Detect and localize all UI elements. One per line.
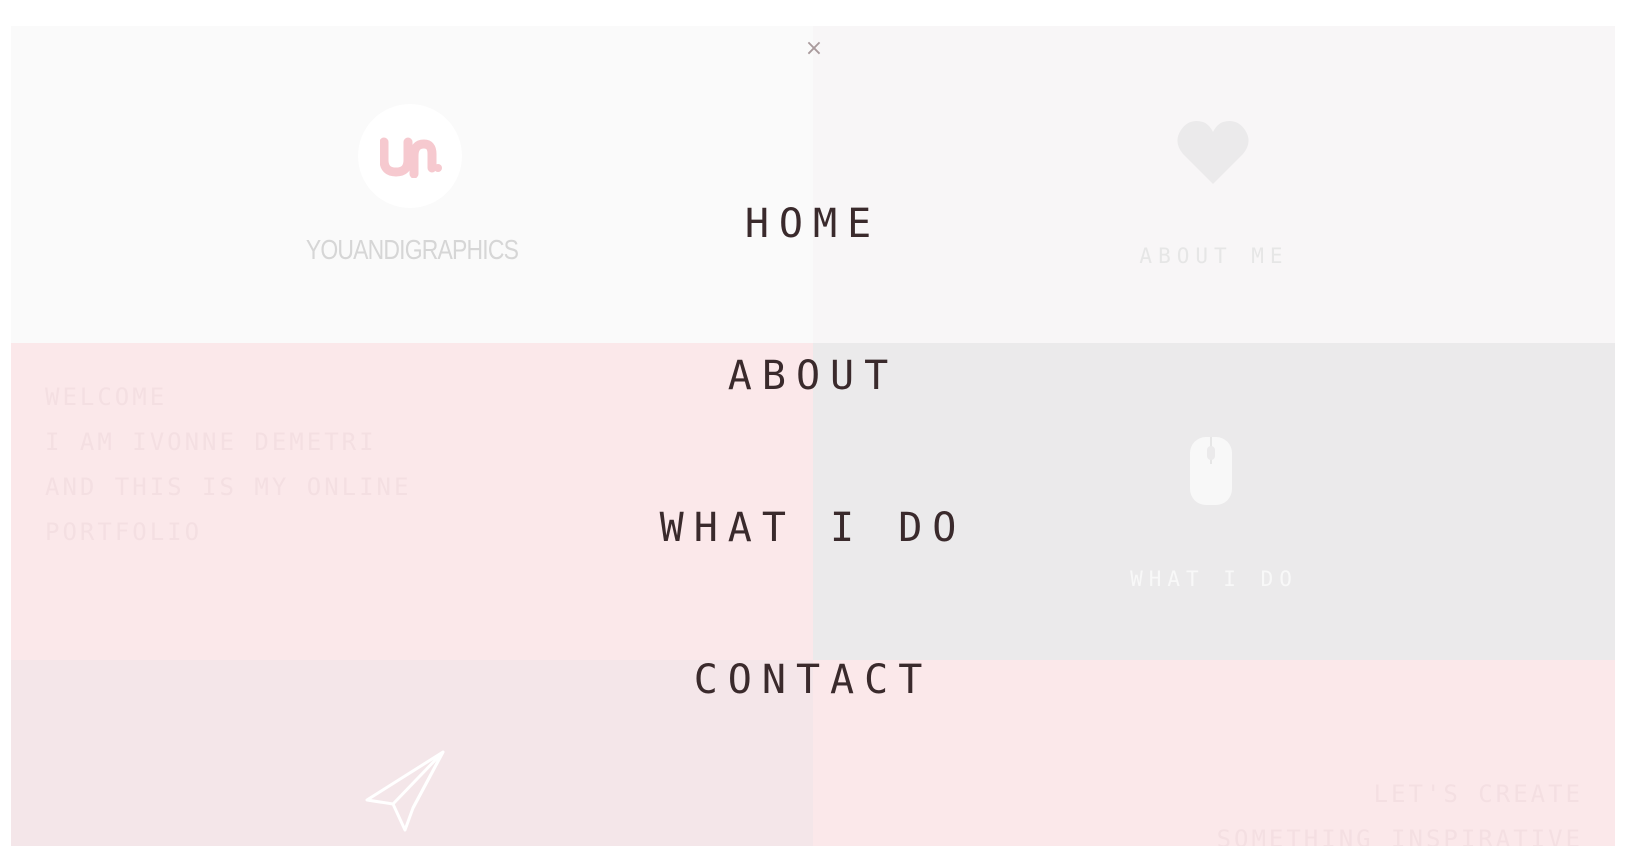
what-i-do-label: WHAT I DO xyxy=(1130,567,1298,591)
page: YOUANDIGRAPHICS ABOUT ME WELCOME I AM IV… xyxy=(0,0,1626,846)
paper-plane-icon xyxy=(365,750,445,832)
inspire-text: LET'S CREATE SOMETHING INSPIRATIVE xyxy=(1216,780,1583,846)
nav-home[interactable]: HOME xyxy=(0,204,1626,244)
about-me-tile[interactable]: ABOUT ME xyxy=(813,26,1615,343)
close-icon[interactable]: × xyxy=(803,38,825,60)
about-me-label: ABOUT ME xyxy=(1139,244,1289,268)
mouse-icon xyxy=(1190,437,1232,505)
nav-about[interactable]: ABOUT xyxy=(0,356,1626,396)
brand-tile[interactable]: YOUANDIGRAPHICS xyxy=(11,26,813,343)
nav-contact[interactable]: CONTACT xyxy=(0,660,1626,700)
logo-icon xyxy=(358,104,462,208)
nav-what-i-do[interactable]: WHAT I DO xyxy=(0,508,1626,548)
heart-icon xyxy=(1177,121,1249,184)
background-grid: YOUANDIGRAPHICS ABOUT ME WELCOME I AM IV… xyxy=(11,26,1615,846)
